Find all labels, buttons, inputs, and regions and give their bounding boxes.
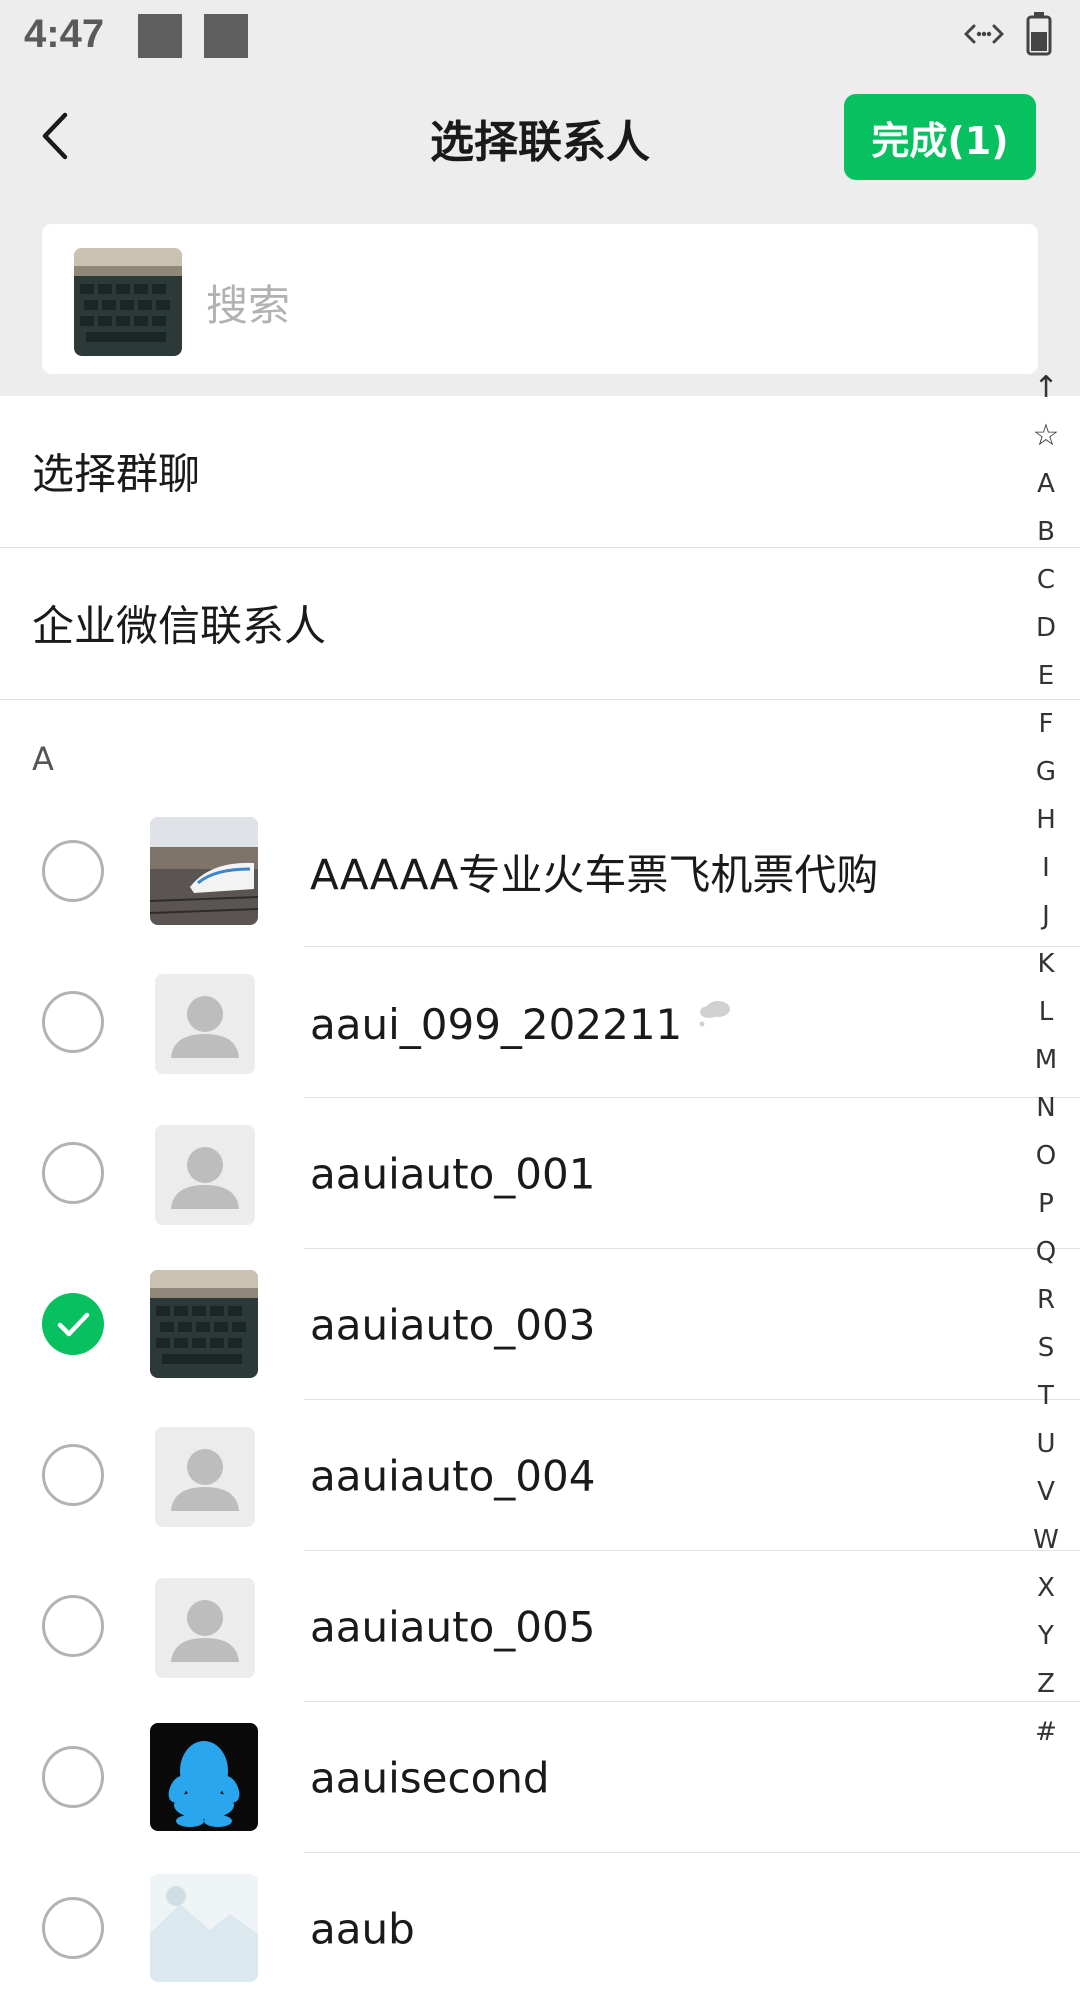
index-item-h[interactable]: H (1022, 796, 1070, 844)
index-item-p[interactable]: P (1022, 1180, 1070, 1228)
contact-row[interactable]: aaub (0, 1853, 1080, 2004)
contact-name: aaub (310, 1904, 415, 1953)
index-item-k[interactable]: K (1022, 940, 1070, 988)
select-radio[interactable] (42, 1746, 104, 1808)
select-radio[interactable] (42, 1897, 104, 1959)
select-radio-checked[interactable] (42, 1293, 104, 1355)
contact-row[interactable]: aauiauto_004 (0, 1400, 1080, 1551)
index-item-c[interactable]: C (1022, 556, 1070, 604)
contact-row[interactable]: AAAAA专业火车票飞机票代购 (0, 796, 1080, 947)
contact-name: aauiauto_004 (310, 1451, 596, 1500)
wecom-contacts-label: 企业微信联系人 (32, 601, 327, 651)
avatar (150, 1270, 258, 1378)
avatar (150, 817, 258, 925)
select-radio[interactable] (42, 1142, 104, 1204)
contact-row[interactable]: aaui_099_202211 (0, 947, 1080, 1098)
wecom-contacts-item[interactable]: 企业微信联系人 (0, 548, 1080, 698)
contact-row[interactable]: aauiauto_003 (0, 1249, 1080, 1400)
data-arrows-icon (962, 20, 1006, 52)
section-header: A (32, 740, 54, 778)
status-time: 4:47 (24, 12, 105, 56)
selected-contact-thumbnail[interactable] (74, 248, 182, 356)
select-group-chat-label: 选择群聊 (32, 449, 201, 499)
index-item-b[interactable]: B (1022, 508, 1070, 556)
contact-name: aauiauto_001 (310, 1149, 596, 1198)
index-item-g[interactable]: G (1022, 748, 1070, 796)
index-item-starred[interactable]: ☆ (1022, 412, 1070, 460)
contact-row[interactable]: aauisecond (0, 1702, 1080, 1853)
index-item-o[interactable]: O (1022, 1132, 1070, 1180)
notification-icon (138, 14, 182, 58)
contact-list[interactable]: 选择群聊 企业微信联系人 A AAAAA专业火车票飞机票代购 aaui_099_… (0, 396, 1080, 1982)
done-button[interactable]: 完成(1) (844, 94, 1036, 180)
checkmark-icon (57, 1312, 90, 1337)
search-placeholder: 搜索 (206, 281, 291, 330)
contact-name: aauiauto_003 (310, 1300, 596, 1349)
contact-name: aaui_099_202211 (310, 997, 732, 1049)
index-item-q[interactable]: Q (1022, 1228, 1070, 1276)
notification-icon (204, 14, 248, 58)
index-item-i[interactable]: I (1022, 844, 1070, 892)
select-radio[interactable] (42, 991, 104, 1053)
avatar (150, 1874, 258, 1982)
contact-row[interactable]: aauiauto_001 (0, 1098, 1080, 1249)
index-item-w[interactable]: W (1022, 1516, 1070, 1564)
index-item-f[interactable]: F (1022, 700, 1070, 748)
select-group-chat-item[interactable]: 选择群聊 (0, 396, 1080, 546)
index-item-x[interactable]: X (1022, 1564, 1070, 1612)
contact-name: AAAAA专业火车票飞机票代购 (310, 850, 879, 899)
select-radio[interactable] (42, 1595, 104, 1657)
index-item-j[interactable]: J (1022, 892, 1070, 940)
index-item-v[interactable]: V (1022, 1468, 1070, 1516)
index-item-hash[interactable]: # (1022, 1708, 1070, 1756)
index-item-m[interactable]: M (1022, 1036, 1070, 1084)
default-avatar-icon (155, 1578, 255, 1678)
index-item-s[interactable]: S (1022, 1324, 1070, 1372)
select-radio[interactable] (42, 1444, 104, 1506)
divider (0, 699, 1080, 700)
cloud-icon (696, 1000, 732, 1049)
contact-name: aauisecond (310, 1753, 550, 1802)
index-item-top[interactable]: ↑ (1022, 364, 1070, 412)
avatar (150, 1723, 258, 1831)
index-item-t[interactable]: T (1022, 1372, 1070, 1420)
index-item-e[interactable]: E (1022, 652, 1070, 700)
index-item-y[interactable]: Y (1022, 1612, 1070, 1660)
select-radio[interactable] (42, 840, 104, 902)
index-item-n[interactable]: N (1022, 1084, 1070, 1132)
status-bar: 4:47 (0, 0, 1080, 72)
index-item-u[interactable]: U (1022, 1420, 1070, 1468)
index-item-a[interactable]: A (1022, 460, 1070, 508)
header: 选择联系人 完成(1) 搜索 (0, 72, 1080, 396)
battery-icon (1026, 12, 1052, 60)
index-item-d[interactable]: D (1022, 604, 1070, 652)
alphabet-index-bar[interactable]: ↑ ☆ A B C D E F G H I J K L M N O P Q R … (1022, 364, 1070, 1756)
index-item-z[interactable]: Z (1022, 1660, 1070, 1708)
default-avatar-icon (155, 1427, 255, 1527)
default-avatar-icon (155, 1125, 255, 1225)
search-input[interactable]: 搜索 (42, 224, 1038, 374)
contact-row[interactable]: aauiauto_005 (0, 1551, 1080, 1702)
contact-name: aauiauto_005 (310, 1602, 596, 1651)
index-item-l[interactable]: L (1022, 988, 1070, 1036)
contact-name-text: aaui_099_202211 (310, 999, 683, 1049)
index-item-r[interactable]: R (1022, 1276, 1070, 1324)
default-avatar-icon (155, 974, 255, 1074)
